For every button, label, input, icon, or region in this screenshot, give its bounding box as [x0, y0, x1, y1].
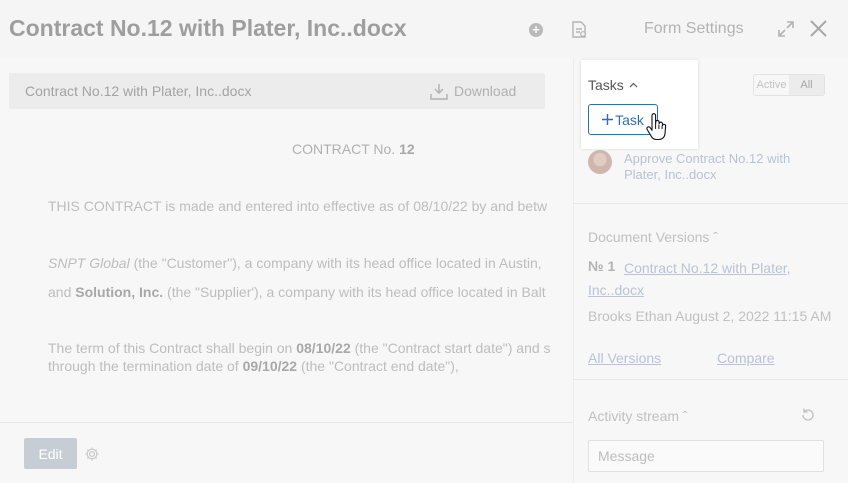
customer-name: SNPT Global [48, 255, 130, 271]
heading-number: 12 [399, 141, 415, 157]
contract-paragraph-2: SNPT Global (the "Customer"), a company … [48, 255, 542, 271]
paragraph-5-text-b: (the "Contract end date"), [297, 358, 459, 374]
file-name: Contract No.12 with Plater, Inc..docx [25, 83, 252, 99]
versions-title-text: Document Versions [588, 229, 710, 245]
paragraph-3-text: (the "Supplier'), a company with its hea… [163, 284, 546, 300]
bottom-toolbar: Edit [0, 422, 573, 483]
supplier-name: Solution, Inc. [75, 284, 164, 300]
paragraph-4-text-a: The term of this Contract shall begin on [48, 340, 297, 356]
expand-icon[interactable] [777, 20, 795, 38]
version-file-link[interactable]: Contract No.12 with Plater, Inc..docx [588, 257, 834, 301]
activity-section-title[interactable]: Activity stream ˆ [588, 408, 688, 424]
download-label: Download [454, 83, 517, 99]
heading-prefix: CONTRACT No. [292, 141, 396, 157]
filter-active-option[interactable]: Active [754, 75, 789, 95]
activity-title-text: Activity stream [588, 408, 680, 424]
paragraph-3-and: and [48, 284, 76, 300]
file-bar: Contract No.12 with Plater, Inc..docx Do… [9, 73, 545, 109]
tasks-popup: Tasks Task [581, 60, 698, 149]
gear-icon[interactable] [84, 446, 100, 462]
download-icon [430, 83, 448, 100]
contract-paragraph-5: through the termination date of 09/10/22… [48, 358, 459, 374]
tasks-section-title[interactable]: Tasks [588, 77, 638, 93]
task-item[interactable]: Approve Contract No.12 with Plater, Inc.… [588, 150, 814, 183]
compare-link[interactable]: Compare [717, 350, 775, 366]
section-divider [574, 379, 848, 380]
edit-button[interactable]: Edit [24, 438, 77, 469]
contract-paragraph-4: The term of this Contract shall begin on… [48, 340, 551, 356]
chevron-up-icon [629, 82, 638, 88]
form-settings-link[interactable]: Form Settings [644, 20, 744, 38]
versions-section-title[interactable]: Document Versions ˆ [588, 229, 718, 245]
close-icon[interactable] [809, 19, 828, 38]
all-versions-link[interactable]: All Versions [588, 350, 661, 366]
avatar [588, 150, 612, 174]
version-number: № 1 [588, 258, 616, 274]
contract-heading: CONTRACT No. 12 [292, 141, 415, 157]
contract-start-date: 08/10/22 [296, 340, 351, 356]
chevron-up-icon: ˆ [713, 229, 718, 245]
tasks-title-text: Tasks [588, 77, 624, 93]
task-link[interactable]: Approve Contract No.12 with Plater, Inc.… [624, 151, 814, 183]
plus-icon [602, 114, 614, 125]
hand-cursor-icon [645, 113, 667, 141]
paragraph-2-text: (the "Customer"), a company with its hea… [129, 255, 542, 271]
document-header: Contract No.12 with Plater, Inc..docx + … [0, 0, 848, 58]
message-input[interactable] [588, 440, 824, 472]
contract-end-date: 09/10/22 [242, 358, 298, 374]
paragraph-4-text-b: (the "Contract start date") and s [350, 340, 551, 356]
chevron-up-icon: ˆ [682, 408, 688, 424]
document-settings-icon[interactable] [571, 21, 587, 38]
refresh-icon[interactable] [800, 407, 816, 423]
version-meta: Brooks Ethan August 2, 2022 11:15 AM [588, 308, 832, 324]
document-title: Contract No.12 with Plater, Inc..docx [9, 15, 407, 41]
contract-paragraph-1: THIS CONTRACT is made and entered into e… [48, 198, 548, 214]
document-preview-pane: Contract No.12 with Plater, Inc..docx Do… [0, 58, 573, 483]
add-task-label: Task [615, 111, 644, 128]
add-circle-icon[interactable]: + [529, 23, 543, 37]
download-button[interactable]: Download [430, 80, 516, 102]
filter-all-option[interactable]: All [789, 75, 824, 95]
section-divider [574, 203, 848, 204]
task-filter-toggle[interactable]: Active All [753, 74, 825, 96]
paragraph-5-text-a: through the termination date of [48, 358, 243, 374]
contract-paragraph-3: and Solution, Inc. (the "Supplier'), a c… [48, 284, 546, 300]
